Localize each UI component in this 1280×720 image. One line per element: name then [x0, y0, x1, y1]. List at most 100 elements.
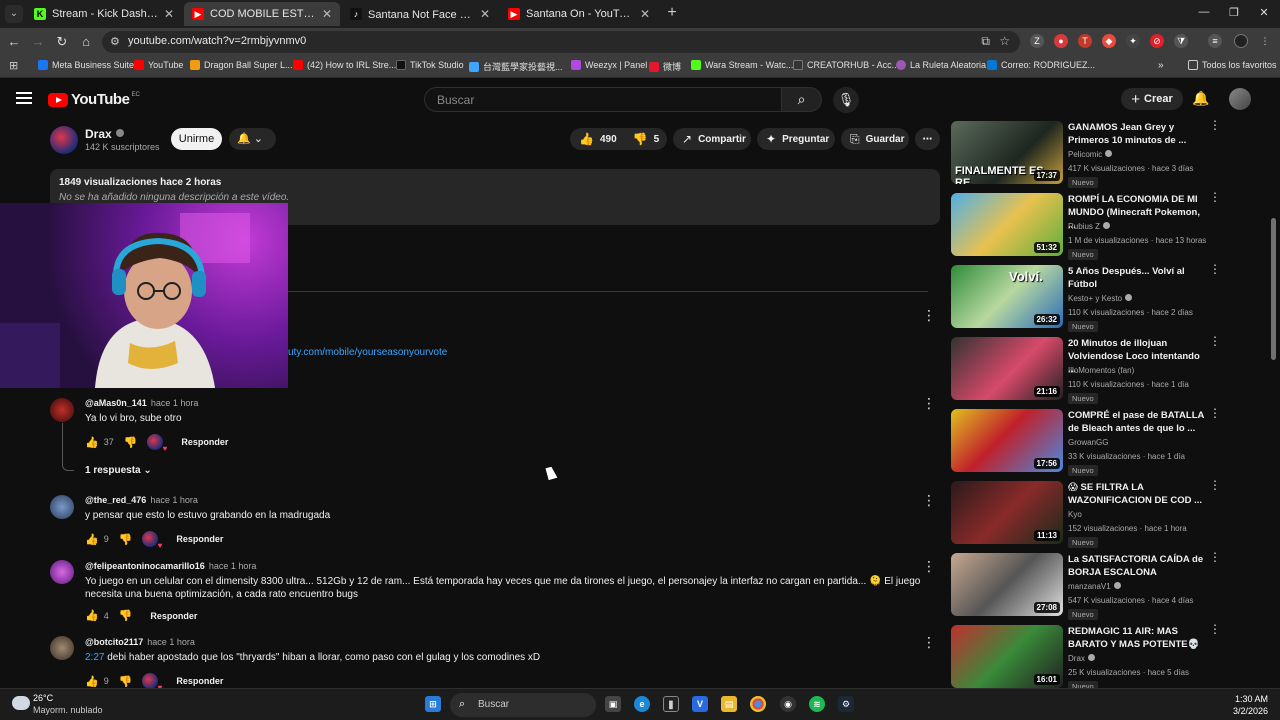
- replies-toggle-button[interactable]: 1 respuesta ⌄: [85, 465, 152, 476]
- like-count[interactable]: 490: [600, 134, 617, 145]
- chrome-icon[interactable]: [750, 696, 766, 712]
- recommended-video[interactable]: Volví. 26:32 5 Años Después... Volví al Fú…: [951, 263, 1221, 332]
- create-button[interactable]: + Crear: [1121, 88, 1183, 110]
- close-icon[interactable]: ✕: [478, 7, 492, 21]
- video-thumbnail[interactable]: 51:32: [951, 193, 1063, 256]
- extension-icon[interactable]: T: [1078, 34, 1092, 48]
- video-channel[interactable]: Pelicomic: [1068, 150, 1113, 159]
- comment-avatar[interactable]: [50, 636, 74, 660]
- all-bookmarks-folder[interactable]: Todos los favoritos: [1188, 60, 1277, 70]
- video-channel[interactable]: GrowanGG: [1068, 438, 1108, 447]
- weather-description[interactable]: Mayorm. nublado: [33, 705, 103, 715]
- spotify-icon[interactable]: ≋: [809, 696, 825, 712]
- bookmark-item[interactable]: CREATORHUB - Acc...: [793, 60, 899, 70]
- recommended-video[interactable]: 51:32 ROMPÍ LA ECONOMIA DE MI MUNDO (Mine…: [951, 191, 1221, 260]
- thumbs-down-icon[interactable]: 👎: [119, 609, 133, 622]
- comment-author[interactable]: @the_red_476 hace 1 hora: [85, 495, 198, 505]
- save-button[interactable]: ⎘ Guardar: [841, 128, 909, 150]
- video-thumbnail[interactable]: 11:13: [951, 481, 1063, 544]
- extensions-puzzle-icon[interactable]: ⧩: [1174, 34, 1188, 48]
- recommended-video[interactable]: 16:01 REDMAGIC 11 AIR: MAS BARATO Y MAS P…: [951, 623, 1221, 692]
- reply-button[interactable]: Responder: [181, 437, 228, 447]
- video-channel[interactable]: Rubius Z: [1068, 222, 1111, 231]
- steam-icon[interactable]: ⚙: [838, 696, 854, 712]
- video-channel[interactable]: Kesto+ y Kesto: [1068, 294, 1133, 303]
- extension-icon[interactable]: ⊘: [1150, 34, 1164, 48]
- bookmark-item[interactable]: Meta Business Suite: [38, 60, 134, 70]
- extension-icon[interactable]: Z: [1030, 34, 1044, 48]
- comment-avatar[interactable]: [50, 495, 74, 519]
- video-more-icon[interactable]: ⋮: [1209, 551, 1221, 563]
- comment-author[interactable]: @felipeantoninocamarillo16 hace 1 hora: [85, 561, 256, 571]
- windows-start-icon[interactable]: ⊞: [425, 696, 441, 712]
- profile-icon[interactable]: [1234, 34, 1248, 48]
- thumbs-up-icon[interactable]: 👍: [85, 675, 99, 688]
- tab-search-button[interactable]: ⌄: [5, 5, 23, 23]
- video-thumbnail[interactable]: 21:16: [951, 337, 1063, 400]
- reload-icon[interactable]: ↻: [53, 33, 71, 51]
- minimize-icon[interactable]: —: [1196, 6, 1212, 18]
- comment-more-icon[interactable]: ⋮: [922, 493, 936, 507]
- install-app-icon[interactable]: ⧉: [981, 34, 990, 49]
- more-bookmarks-icon[interactable]: »: [1158, 60, 1164, 71]
- close-icon[interactable]: ✕: [638, 7, 652, 21]
- video-channel[interactable]: manzanaV1: [1068, 582, 1121, 591]
- video-title[interactable]: GANAMOS Jean Grey y Primeros 10 minutos …: [1068, 121, 1206, 147]
- tab-santana-youtube[interactable]: ▶ Santana On - YouTube ✕: [500, 2, 658, 26]
- cloud-icon[interactable]: [12, 696, 30, 710]
- tab-cod-mobile[interactable]: ▶ COD MOBILE ESTÁ CAYENDO E ✕: [184, 2, 340, 26]
- system-clock[interactable]: 1:30 AM 3/2/2026: [1233, 693, 1268, 717]
- video-more-icon[interactable]: ⋮: [1209, 119, 1221, 131]
- video-channel[interactable]: Drax: [1068, 654, 1095, 663]
- site-info-icon[interactable]: ⚙: [110, 35, 120, 48]
- thumbs-down-icon[interactable]: 👎: [119, 533, 133, 546]
- video-more-icon[interactable]: ⋮: [1209, 407, 1221, 419]
- video-title[interactable]: COMPRÉ el pase de BATALLA de Bleach ante…: [1068, 409, 1206, 435]
- ask-button[interactable]: ✦ Preguntar: [757, 128, 835, 150]
- video-timestamp-link[interactable]: 2:27: [85, 652, 104, 663]
- dislike-count[interactable]: 5: [654, 134, 660, 145]
- back-icon[interactable]: ←: [5, 33, 23, 51]
- bookmark-item[interactable]: (42) How to IRL Stre...: [293, 60, 396, 70]
- vegas-icon[interactable]: V: [692, 696, 708, 712]
- video-title[interactable]: 5 Años Después... Volví al Fútbol: [1068, 265, 1206, 291]
- bookmark-item[interactable]: Dragon Ball Super L...: [190, 60, 293, 70]
- channel-avatar[interactable]: [50, 126, 78, 154]
- search-button[interactable]: ⌕: [781, 87, 822, 112]
- video-thumbnail[interactable]: FINALMENTE ES RE... 17:37: [951, 121, 1063, 184]
- thumbs-up-icon[interactable]: 👍: [85, 533, 99, 546]
- reply-button[interactable]: Responder: [176, 534, 223, 544]
- obs-icon[interactable]: ◉: [780, 696, 796, 712]
- menu-icon[interactable]: [16, 92, 32, 104]
- channel-name[interactable]: Drax: [85, 127, 124, 141]
- forward-icon[interactable]: →: [29, 33, 47, 51]
- bookmark-item[interactable]: La Ruleta Aleatoria: [896, 60, 986, 70]
- comment-more-icon[interactable]: ⋮: [922, 635, 936, 649]
- home-icon[interactable]: ⌂: [77, 33, 95, 51]
- join-button[interactable]: Unirme: [171, 128, 222, 150]
- address-bar[interactable]: ⚙ youtube.com/watch?v=2rmbjyvnmv0 ⧉ ☆: [102, 31, 1020, 53]
- media-control-icon[interactable]: ≡: [1208, 34, 1222, 48]
- thumbs-down-icon[interactable]: 👎: [119, 675, 133, 688]
- youtube-logo[interactable]: YouTube EC: [48, 91, 140, 108]
- recommended-video[interactable]: 17:56 COMPRÉ el pase de BATALLA de Bleach…: [951, 407, 1221, 476]
- comment-more-icon[interactable]: ⋮: [922, 559, 936, 573]
- comment-author[interactable]: @botcito2117 hace 1 hora: [85, 637, 195, 647]
- task-view-icon[interactable]: ▣: [605, 696, 621, 712]
- reply-button[interactable]: Responder: [150, 611, 197, 621]
- more-actions-button[interactable]: ⋯: [915, 128, 940, 150]
- voice-search-button[interactable]: 🎙: [833, 87, 859, 113]
- extension-icon[interactable]: ●: [1054, 34, 1068, 48]
- video-more-icon[interactable]: ⋮: [1209, 263, 1221, 275]
- account-avatar[interactable]: [1229, 88, 1251, 110]
- recommended-video[interactable]: 11:13 😱 SE FILTRA LA WAZONIFICACION DE CO…: [951, 479, 1221, 548]
- bookmark-star-icon[interactable]: ☆: [999, 34, 1010, 48]
- video-title[interactable]: La SATISFACTORIA CAÍDA de BORJA ESCALONA: [1068, 553, 1206, 579]
- video-thumbnail[interactable]: Volví. 26:32: [951, 265, 1063, 328]
- bookmark-item[interactable]: TikTok Studio: [396, 60, 464, 70]
- video-thumbnail[interactable]: 17:56: [951, 409, 1063, 472]
- bookmark-item[interactable]: 微博: [649, 60, 681, 73]
- video-thumbnail[interactable]: 16:01: [951, 625, 1063, 688]
- thumbs-up-icon[interactable]: 👍: [85, 436, 99, 449]
- search-input[interactable]: Buscar: [424, 87, 782, 112]
